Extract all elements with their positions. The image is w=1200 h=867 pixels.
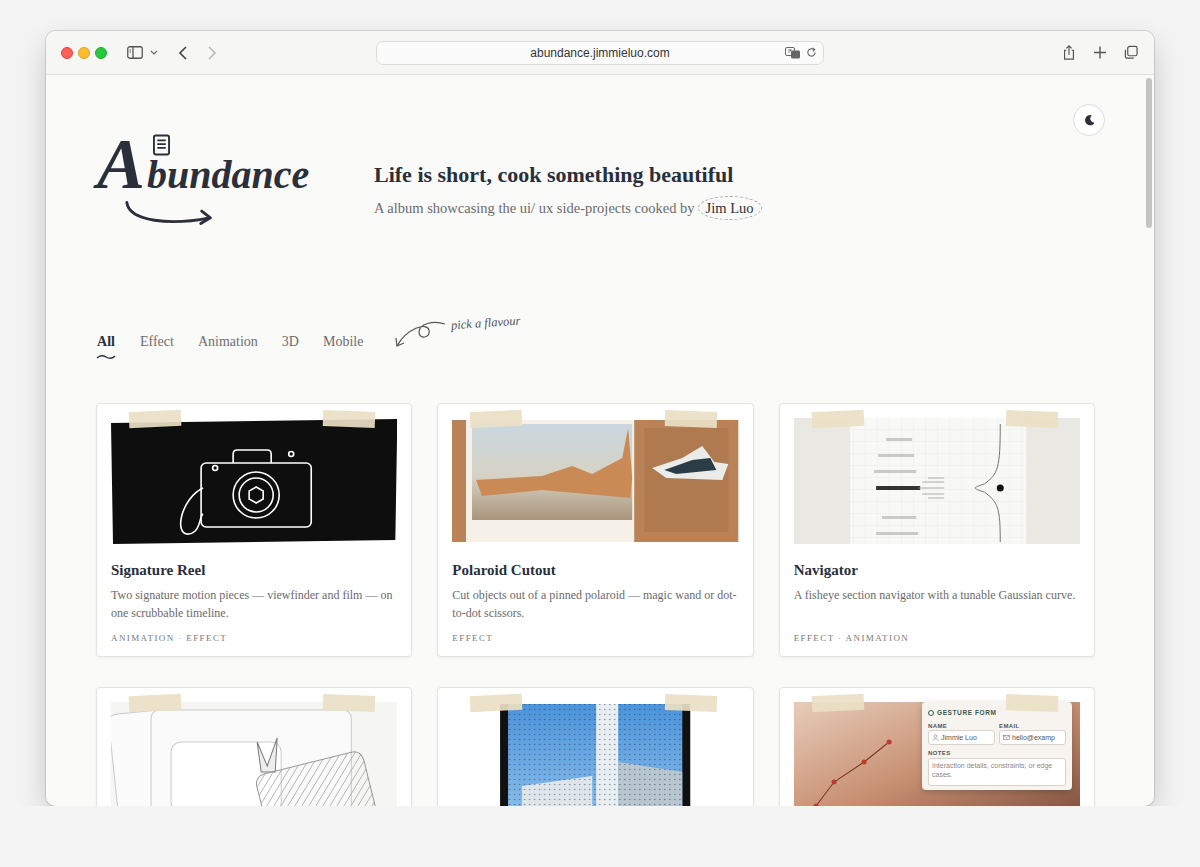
card-tags: EFFECT (452, 632, 738, 644)
card-tags: EFFECT · ANIMATION (794, 632, 1080, 644)
form-input[interactable]: Jimmie Luo (928, 730, 995, 745)
logo-text: Abundance (97, 128, 297, 200)
project-card[interactable] (96, 687, 412, 806)
tab-overview-icon[interactable] (1124, 45, 1138, 60)
card-tags: ANIMATION · EFFECT (111, 632, 397, 644)
navigator-preview (794, 418, 1080, 544)
author-link[interactable]: Jim Luo (698, 196, 762, 220)
notes-textarea[interactable]: Interaction details, constraints, or edg… (928, 758, 1066, 786)
polaroid-photo (452, 418, 738, 544)
reload-icon[interactable] (806, 47, 817, 58)
project-grid: Signature Reel Two signature motion piec… (96, 403, 1095, 806)
browser-window: abundance.jimmieluo.com Abundance Life i… (46, 31, 1154, 806)
tape (811, 410, 864, 429)
tape (1006, 694, 1059, 712)
card-title: Polaroid Cutout (452, 560, 738, 580)
project-thumbnail (794, 418, 1080, 544)
sidebar-icon[interactable] (127, 46, 143, 59)
form-field: EMAIL hello@examp (999, 722, 1066, 745)
address-bar[interactable]: abundance.jimmieluo.com (376, 41, 824, 65)
curved-arrow-icon (123, 200, 219, 228)
card-description: A fisheye section navigator with a tunab… (794, 586, 1080, 622)
card-description: Cut objects out of a pinned polaroid — m… (452, 586, 738, 622)
project-card[interactable]: Navigator A fisheye section navigator wi… (779, 403, 1095, 657)
building-photo (452, 702, 738, 806)
document-icon (153, 134, 170, 156)
zoom-button[interactable] (95, 47, 107, 59)
filter-tab[interactable]: Mobile (323, 332, 363, 352)
minimize-button[interactable] (78, 47, 90, 59)
project-thumbnail: GESTURE FORM NAME Jimmie LuoEMAIL hello@… (794, 702, 1080, 806)
project-thumbnail (452, 702, 738, 806)
header: Abundance Life is short, cook something … (96, 104, 1095, 228)
hero: Life is short, cook something beautiful … (374, 161, 762, 219)
card-title: Signature Reel (111, 560, 397, 580)
hero-title: Life is short, cook something beautiful (374, 161, 762, 189)
camera-illustration (111, 418, 397, 544)
scrollbar-thumb[interactable] (1146, 78, 1152, 228)
filter-tabs: All Effect Animation 3D Mobile pick a fl… (96, 332, 1095, 364)
project-thumbnail (452, 418, 738, 544)
form-logo-icon (928, 710, 934, 716)
project-card[interactable]: Signature Reel Two signature motion piec… (96, 403, 412, 657)
tabs-annotation: pick a flavour (393, 318, 520, 350)
squiggle-underline-icon (96, 354, 116, 360)
tape (811, 694, 864, 713)
project-card[interactable]: Polaroid Cutout Cut objects out of a pin… (437, 403, 753, 657)
tape (129, 410, 182, 429)
logo[interactable]: Abundance (97, 128, 297, 228)
back-arrow-icon[interactable] (179, 46, 187, 60)
card-description: Two signature motion pieces — viewfinder… (111, 586, 397, 622)
url-text: abundance.jimmieluo.com (530, 46, 669, 60)
tape (470, 410, 523, 429)
card-title: Navigator (794, 560, 1080, 580)
filter-tab[interactable]: Animation (198, 332, 258, 352)
moon-icon (1083, 114, 1096, 127)
sketch-preview (111, 702, 397, 806)
filter-tab[interactable]: 3D (282, 332, 299, 352)
scrollbar (1144, 75, 1154, 806)
form-input[interactable]: hello@examp (999, 730, 1066, 745)
theme-toggle[interactable] (1073, 104, 1105, 136)
translate-icon[interactable] (785, 47, 801, 59)
chevron-down-icon[interactable] (150, 50, 158, 55)
share-icon[interactable] (1062, 45, 1076, 60)
form-field: NAME Jimmie Luo (928, 722, 995, 745)
project-card[interactable]: GESTURE FORM NAME Jimmie LuoEMAIL hello@… (779, 687, 1095, 806)
page-viewport: Abundance Life is short, cook something … (46, 75, 1154, 806)
forward-arrow-icon[interactable] (208, 46, 216, 60)
gesture-form: GESTURE FORM NAME Jimmie LuoEMAIL hello@… (922, 702, 1072, 790)
new-tab-icon[interactable] (1093, 45, 1107, 60)
hero-subtitle: A album showcasing the ui/ ux side-proje… (374, 197, 762, 219)
project-thumbnail (111, 702, 397, 806)
project-card[interactable] (437, 687, 753, 806)
tape (1006, 410, 1059, 428)
tape (470, 694, 523, 713)
tape (323, 694, 376, 712)
page: Abundance Life is short, cook something … (46, 75, 1144, 806)
tape (129, 694, 182, 713)
close-button[interactable] (61, 47, 73, 59)
tape (323, 410, 376, 428)
person-icon (932, 734, 939, 741)
tape (664, 694, 717, 712)
filter-tab[interactable]: Effect (140, 332, 174, 352)
tape (664, 410, 717, 428)
envelope-icon (1003, 734, 1010, 741)
loop-arrow-icon (393, 318, 449, 350)
browser-toolbar: abundance.jimmieluo.com (46, 31, 1154, 75)
project-thumbnail (111, 418, 397, 544)
filter-tab[interactable]: All (96, 332, 116, 360)
